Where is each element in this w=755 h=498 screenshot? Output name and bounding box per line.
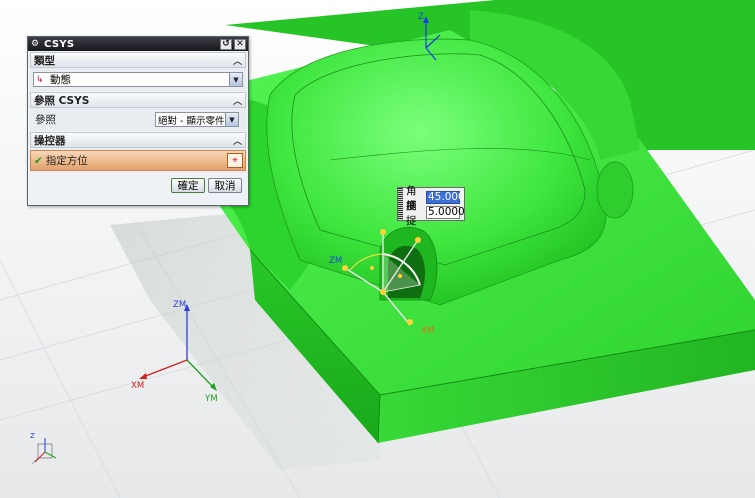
csys-dialog: ⚙ CSYS ↺ ✕ 類型 ︿ ↳ 動態 ▼ 參照 CSYS ︿ 參照 絕對 -…	[27, 36, 249, 206]
dialog-titlebar[interactable]: ⚙ CSYS ↺ ✕	[28, 37, 248, 51]
chevron-up-icon[interactable]: ︿	[233, 54, 242, 67]
type-section-title: 類型	[34, 54, 55, 67]
chevron-up-icon[interactable]: ︿	[233, 134, 242, 147]
type-select[interactable]: ↳ 動態 ▼	[33, 72, 243, 87]
reference-section: 參照 CSYS ︿ 參照 絕對 - 顯示零件 ▼	[30, 92, 246, 131]
gear-icon[interactable]: ⚙	[30, 39, 40, 49]
angle-input-popup: 角度 45.000 捕捉 5.0000	[397, 185, 465, 227]
manipulator-xm-label: XM	[421, 326, 435, 336]
specify-orientation-row[interactable]: ✔ 指定方位 ⌖	[30, 150, 246, 171]
top-z-axis-label: Z	[418, 12, 424, 22]
manipulator-section-title: 操控器	[34, 134, 66, 147]
reference-select-value: 絕對 - 顯示零件	[158, 115, 225, 127]
orient-manipulator-icon[interactable]: ⌖	[227, 153, 243, 168]
ok-button[interactable]: 確定	[171, 178, 205, 193]
reference-section-title: 參照 CSYS	[34, 94, 90, 107]
drag-handle[interactable]	[398, 188, 403, 220]
reference-section-header[interactable]: 參照 CSYS ︿	[30, 92, 246, 108]
snap-field[interactable]: 5.0000	[426, 206, 465, 219]
angle-field[interactable]: 45.000	[426, 191, 465, 204]
close-icon[interactable]: ✕	[234, 38, 246, 50]
type-section-header[interactable]: 類型 ︿	[30, 52, 246, 68]
reset-icon[interactable]: ↺	[220, 38, 232, 50]
chevron-down-icon[interactable]: ▼	[225, 113, 238, 126]
manipulator-section-header[interactable]: 操控器 ︿	[30, 132, 246, 148]
specify-orientation-label: 指定方位	[45, 155, 88, 167]
wcs-zm-label: ZM	[173, 300, 187, 310]
cancel-button[interactable]: 取消	[208, 178, 242, 193]
dynamic-csys-icon: ↳	[36, 74, 44, 85]
snap-label: 捕捉	[406, 199, 417, 227]
reference-label: 參照	[35, 114, 56, 126]
wcs-xm-label: XM	[131, 381, 145, 391]
wcs-ym-label: YM	[205, 394, 218, 404]
dialog-title: CSYS	[44, 38, 75, 50]
manipulator-zm-label: ZM	[329, 256, 343, 266]
type-section: 類型 ︿ ↳ 動態 ▼	[30, 52, 246, 91]
manipulator-section: 操控器 ︿ ✔ 指定方位 ⌖	[30, 132, 246, 173]
view-z-label: Z	[30, 432, 35, 440]
chevron-up-icon[interactable]: ︿	[233, 94, 242, 107]
chevron-down-icon[interactable]: ▼	[229, 73, 242, 86]
reference-select[interactable]: 絕對 - 顯示零件 ▼	[155, 112, 239, 127]
type-select-value: 動態	[50, 74, 71, 86]
check-icon: ✔	[34, 154, 43, 167]
